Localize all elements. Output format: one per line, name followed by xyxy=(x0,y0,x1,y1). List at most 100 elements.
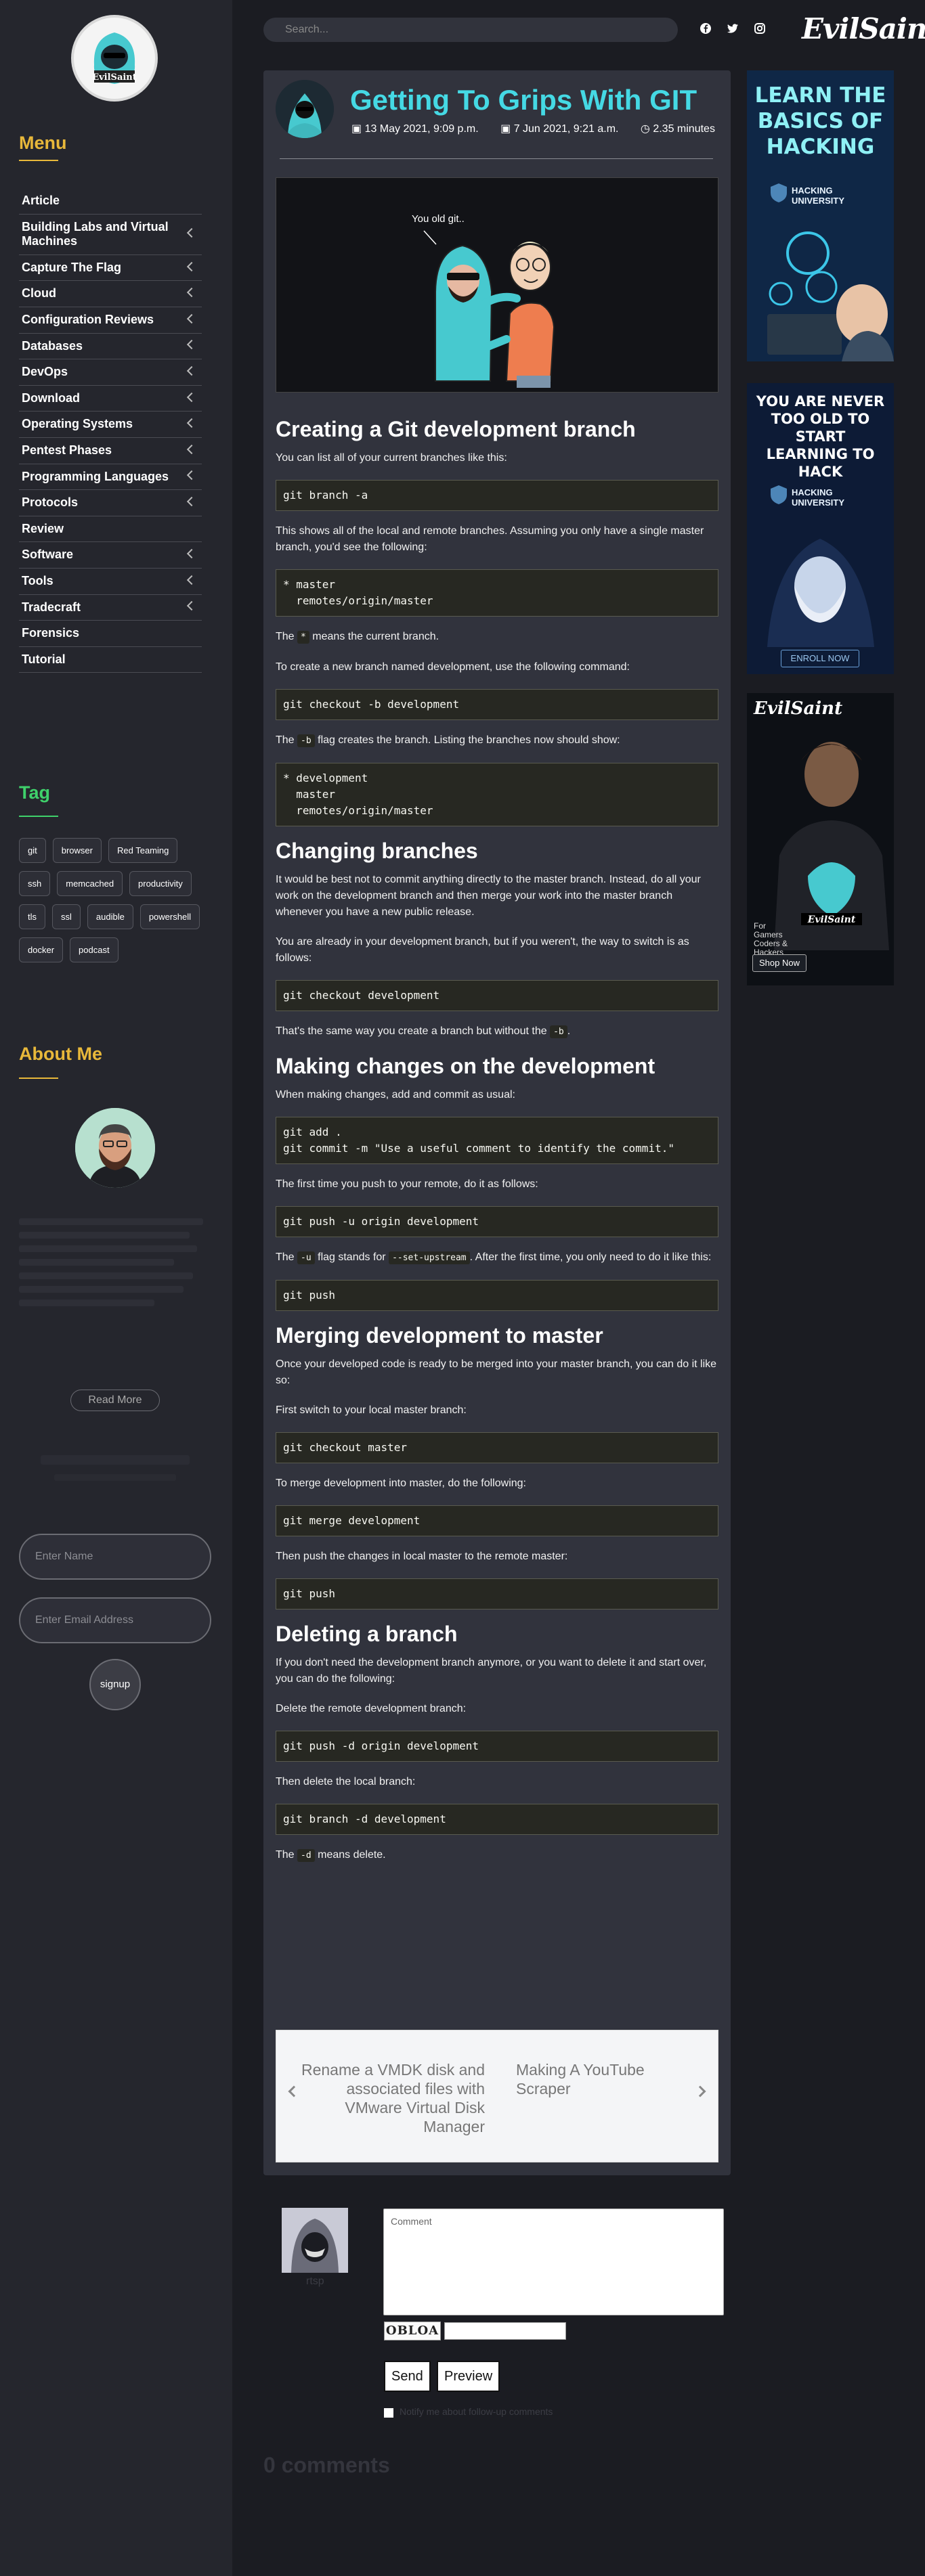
chevron-left-icon[interactable] xyxy=(186,392,197,402)
sidebar-item-operating-systems[interactable]: Operating Systems xyxy=(19,412,202,438)
svg-text:EvilSaint: EvilSaint xyxy=(92,72,137,83)
chevron-left-icon[interactable] xyxy=(186,418,197,428)
sidebar-item-label: Protocols xyxy=(22,495,79,510)
sidebar-item-databases[interactable]: Databases xyxy=(19,334,202,360)
article-avatar xyxy=(276,80,334,138)
sidebar-item-article[interactable]: Article xyxy=(19,188,202,215)
ad-banner-learn-hacking[interactable]: LEARN THE BASICS OF HACKING HACKING UNIV… xyxy=(747,70,894,361)
sidebar-item-programming-languages[interactable]: Programming Languages xyxy=(19,464,202,491)
article-title: Getting To Grips With GIT xyxy=(350,84,697,116)
sidebar-item-forensics[interactable]: Forensics xyxy=(19,621,202,647)
shop-now-button[interactable]: Shop Now xyxy=(752,954,806,972)
chevron-left-icon[interactable] xyxy=(186,496,197,506)
paragraph: The -u flag stands for --set-upstream. A… xyxy=(276,1251,712,1264)
sidebar-item-label: Tutorial xyxy=(22,652,66,666)
paragraph: The -b flag creates the branch. Listing … xyxy=(276,734,620,747)
search-input[interactable]: Search... xyxy=(263,18,678,42)
sidebar-item-label: DevOps xyxy=(22,365,68,379)
sidebar-item-devops[interactable]: DevOps xyxy=(19,359,202,386)
tag-tls[interactable]: tls xyxy=(19,904,45,929)
tag-browser[interactable]: browser xyxy=(52,838,102,863)
enroll-now-button[interactable]: ENROLL NOW xyxy=(781,650,859,667)
brand-logo[interactable]: EvilSaint xyxy=(802,12,925,45)
chevron-left-icon[interactable] xyxy=(186,261,197,271)
chevron-left-icon[interactable] xyxy=(186,575,197,585)
sidebar-item-software[interactable]: Software xyxy=(19,542,202,569)
tag-git[interactable]: git xyxy=(19,838,46,863)
previous-post-link[interactable]: Rename a VMDK disk and associated files … xyxy=(288,2060,485,2136)
sidebar-item-label: Configuration Reviews xyxy=(22,312,154,326)
name-field[interactable] xyxy=(19,1534,211,1580)
tag-memcached[interactable]: memcached xyxy=(57,871,123,896)
chevron-left-icon[interactable] xyxy=(186,340,197,350)
paragraph: To create a new branch named development… xyxy=(276,661,630,673)
ad-banner-never-too-old[interactable]: YOU ARE NEVER TOO OLD TO START LEARNING … xyxy=(747,383,894,674)
sidebar-item-tutorial[interactable]: Tutorial xyxy=(19,647,202,673)
chevron-left-icon[interactable] xyxy=(186,313,197,324)
sidebar-item-label: Tradecraft xyxy=(22,600,81,614)
post-navigation: Rename a VMDK disk and associated files … xyxy=(276,2030,718,2162)
sidebar-item-protocols[interactable]: Protocols xyxy=(19,490,202,516)
heading-create-branch: Creating a Git development branch xyxy=(276,417,636,441)
sidebar-item-label: Forensics xyxy=(22,626,80,640)
sidebar-item-review[interactable]: Review xyxy=(19,516,202,543)
heading-changing-branches: Changing branches xyxy=(276,839,478,863)
chevron-left-icon[interactable] xyxy=(186,470,197,481)
send-button[interactable]: Send xyxy=(384,2361,431,2392)
read-more-button[interactable]: Read More xyxy=(70,1390,160,1411)
sidebar-item-download[interactable]: Download xyxy=(19,386,202,412)
notify-checkbox[interactable] xyxy=(384,2408,393,2418)
signup-button[interactable]: signup xyxy=(89,1659,141,1710)
code-block: git checkout master xyxy=(276,1432,718,1463)
sidebar-item-tools[interactable]: Tools xyxy=(19,569,202,595)
author-avatar xyxy=(75,1108,155,1188)
site-logo[interactable]: EvilSaint xyxy=(71,15,158,102)
comment-textarea[interactable]: Comment xyxy=(383,2208,724,2315)
chevron-left-icon[interactable] xyxy=(186,444,197,454)
sidebar-item-label: Review xyxy=(22,521,64,535)
sidebar-item-capture-the-flag[interactable]: Capture The Flag xyxy=(19,255,202,282)
facebook-icon[interactable] xyxy=(699,22,712,36)
code-block: git push -u origin development xyxy=(276,1206,718,1237)
newsletter-subtext-placeholder xyxy=(54,1474,176,1481)
article-body: Creating a Git development branch You ca… xyxy=(276,413,718,1878)
chevron-left-icon[interactable] xyxy=(186,365,197,376)
ad-banner-evilsaint-shop[interactable]: EvilSaint EvilSaint For Gamers Coders & … xyxy=(747,693,894,985)
twitter-icon[interactable] xyxy=(726,22,739,36)
tag-red-teaming[interactable]: Red Teaming xyxy=(108,838,178,863)
sidebar-item-tradecraft[interactable]: Tradecraft xyxy=(19,595,202,621)
sidebar-item-cloud[interactable]: Cloud xyxy=(19,281,202,307)
about-text-placeholder xyxy=(19,1218,213,1313)
instagram-icon[interactable] xyxy=(753,22,767,36)
code-block: git add . git commit -m "Use a useful co… xyxy=(276,1117,718,1164)
code-block: git branch -d development xyxy=(276,1804,718,1835)
code-block: git push xyxy=(276,1578,718,1609)
tag-ssh[interactable]: ssh xyxy=(19,871,51,896)
preview-button[interactable]: Preview xyxy=(437,2361,500,2392)
chevron-right-icon[interactable] xyxy=(694,2085,706,2097)
tag-audible[interactable]: audible xyxy=(87,904,133,929)
heading-deleting: Deleting a branch xyxy=(276,1622,458,1646)
chevron-left-icon[interactable] xyxy=(186,288,197,298)
tag-podcast[interactable]: podcast xyxy=(70,937,119,962)
tag-docker[interactable]: docker xyxy=(19,937,64,962)
captcha-input[interactable] xyxy=(444,2322,566,2340)
paragraph: You are already in your development bran… xyxy=(276,936,689,964)
next-post-link[interactable]: Making A YouTube Scraper xyxy=(516,2060,679,2098)
sidebar-item-building-labs-and-virtual-machines[interactable]: Building Labs and Virtual Machines xyxy=(19,215,202,255)
tag-productivity[interactable]: productivity xyxy=(129,871,192,896)
sidebar-item-configuration-reviews[interactable]: Configuration Reviews xyxy=(19,307,202,334)
chevron-left-icon[interactable] xyxy=(186,601,197,611)
code-block: git merge development xyxy=(276,1505,718,1536)
inline-code: -d xyxy=(297,1849,315,1862)
tag-powershell[interactable]: powershell xyxy=(139,904,200,929)
tag-ssl[interactable]: ssl xyxy=(52,904,81,929)
chevron-left-icon[interactable] xyxy=(186,228,197,238)
sidebar-item-pentest-phases[interactable]: Pentest Phases xyxy=(19,438,202,464)
inline-code: --set-upstream xyxy=(389,1251,470,1264)
chevron-left-icon[interactable] xyxy=(186,549,197,559)
tag-cloud: git browser Red Teaming ssh memcached product… xyxy=(19,838,215,962)
ad-shirt-brand: EvilSaint xyxy=(807,914,856,925)
tag-heading-underline xyxy=(19,816,58,817)
email-field[interactable] xyxy=(19,1597,211,1643)
